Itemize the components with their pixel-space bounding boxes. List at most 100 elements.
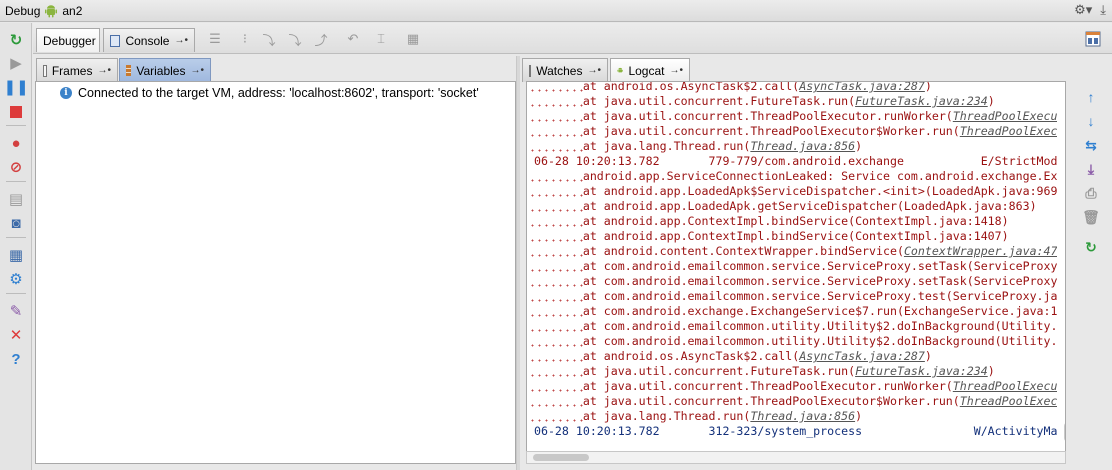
log-pad bbox=[527, 154, 534, 168]
log-line[interactable]: at com.android.emailcommon.service.Servi… bbox=[527, 259, 1057, 274]
log-source-link[interactable]: ContextWrapper.java:47 bbox=[904, 244, 1057, 258]
log-line[interactable]: at java.util.concurrent.FutureTask.run(F… bbox=[527, 94, 1057, 109]
mute-breakpoints-icon[interactable]: ⊘ bbox=[6, 157, 26, 177]
resume-icon[interactable]: ▶ bbox=[6, 53, 26, 73]
variables-view[interactable]: i Connected to the target VM, address: '… bbox=[35, 81, 516, 464]
log-line[interactable]: at android.app.LoadedApk.getServiceDispa… bbox=[527, 199, 1057, 214]
log-line[interactable]: at com.android.emailcommon.service.Servi… bbox=[527, 289, 1057, 304]
evaluate-expression-icon[interactable]: ▦ bbox=[405, 31, 421, 47]
force-step-into-icon[interactable]: ⤵ bbox=[287, 31, 303, 48]
log-text: at java.lang.Thread.run( bbox=[582, 139, 751, 153]
variables-icon bbox=[126, 65, 132, 76]
scroll-to-end-icon[interactable]: ⤓ bbox=[1082, 160, 1100, 178]
log-line[interactable]: at com.android.exchange.ExchangeService$… bbox=[527, 304, 1057, 319]
settings-icon[interactable]: ⚙ bbox=[6, 269, 26, 289]
log-line[interactable]: at android.app.ContextImpl.bindService(C… bbox=[527, 214, 1057, 229]
pin-icon[interactable]: →• bbox=[669, 65, 683, 76]
log-source-link[interactable]: ThreadPoolExec bbox=[960, 124, 1057, 138]
pin-icon[interactable]: →• bbox=[587, 65, 601, 76]
close-icon[interactable]: ✕ bbox=[6, 325, 26, 345]
scroll-up-icon[interactable]: ↑ bbox=[1082, 88, 1100, 106]
log-line[interactable]: at android.content.ContextWrapper.bindSe… bbox=[527, 244, 1057, 259]
log-source-link[interactable]: AsyncTask.java:287 bbox=[799, 82, 925, 93]
tab-frames[interactable]: Frames →• bbox=[36, 58, 118, 82]
pin-icon[interactable]: →• bbox=[97, 65, 111, 76]
tab-watches[interactable]: Watches →• bbox=[522, 58, 608, 82]
scroll-down-icon[interactable]: ↓ bbox=[1082, 112, 1100, 130]
log-line[interactable]: at java.lang.Thread.run(Thread.java:856) bbox=[527, 139, 1057, 154]
run-to-cursor-icon[interactable]: ⌶ bbox=[373, 31, 389, 47]
get-thread-dump-icon[interactable]: ▤ bbox=[6, 189, 26, 209]
view-breakpoints-icon[interactable]: ● bbox=[6, 133, 26, 153]
log-text-tail: ) bbox=[987, 94, 995, 108]
hide-icon[interactable]: ⤓ bbox=[1100, 2, 1106, 18]
log-indent bbox=[527, 274, 583, 288]
vertical-scrollbar-thumb[interactable] bbox=[1064, 422, 1065, 442]
pin-icon[interactable]: →• bbox=[174, 35, 188, 46]
list-item[interactable]: i Connected to the target VM, address: '… bbox=[60, 86, 479, 100]
print-icon[interactable]: ⎙ bbox=[1082, 184, 1100, 202]
log-line[interactable]: at com.android.emailcommon.utility.Utili… bbox=[527, 334, 1057, 349]
show-execution-point-icon[interactable]: ☰ bbox=[207, 31, 223, 47]
log-line[interactable]: android.app.ServiceConnectionLeaked: Ser… bbox=[527, 169, 1057, 184]
left-debug-panel: Frames →• Variables →• i Connected to th… bbox=[33, 56, 516, 470]
log-line[interactable]: at com.android.emailcommon.utility.Utili… bbox=[527, 319, 1057, 334]
log-source-link[interactable]: ThreadPoolExec bbox=[960, 394, 1057, 408]
log-text: at java.lang.Thread.run( bbox=[582, 409, 751, 423]
step-over-icon[interactable]: ⁝ bbox=[237, 31, 253, 47]
run-config-name: an2 bbox=[62, 3, 83, 18]
tab-console[interactable]: Console →• bbox=[103, 28, 195, 52]
restart-icon[interactable]: ↻ bbox=[1082, 238, 1100, 256]
pause-icon[interactable]: ❚❚ bbox=[3, 77, 28, 97]
help-icon[interactable]: ? bbox=[6, 349, 26, 369]
log-line[interactable]: 06-28 10:20:13.782 779-779/com.android.e… bbox=[527, 154, 1057, 169]
pin-icon[interactable]: →• bbox=[190, 65, 204, 76]
step-out-icon[interactable]: ⤴ bbox=[313, 31, 329, 48]
gear-icon[interactable]: ⚙▾ bbox=[1074, 2, 1092, 18]
rerun-icon[interactable]: ↻ bbox=[6, 30, 26, 50]
log-line[interactable]: at java.util.concurrent.ThreadPoolExecut… bbox=[527, 379, 1057, 394]
log-indent bbox=[527, 199, 583, 213]
log-line[interactable]: at com.android.emailcommon.service.Servi… bbox=[527, 274, 1057, 289]
android-icon bbox=[45, 4, 58, 17]
clear-all-icon[interactable]: 🗑 bbox=[1082, 208, 1100, 226]
stop-icon[interactable] bbox=[6, 102, 26, 122]
tab-logcat[interactable]: Logcat →• bbox=[610, 58, 690, 82]
log-line[interactable]: at android.os.AsyncTask$2.call(AsyncTask… bbox=[527, 82, 1057, 94]
log-source-link[interactable]: FutureTask.java:234 bbox=[855, 94, 988, 108]
log-source-link[interactable]: FutureTask.java:234 bbox=[855, 364, 988, 378]
tab-variables[interactable]: Variables →• bbox=[119, 58, 211, 82]
horizontal-scrollbar[interactable] bbox=[526, 451, 1066, 464]
logcat-toolbar: ↑ ↓ ⇆ ⤓ ⎙ 🗑 ↻ bbox=[1076, 86, 1106, 466]
screenshot-icon[interactable]: ◙ bbox=[6, 213, 26, 233]
soft-wrap-icon[interactable]: ⇆ bbox=[1082, 136, 1100, 154]
log-source-link[interactable]: Thread.java:856 bbox=[750, 409, 855, 423]
log-source-link[interactable]: AsyncTask.java:287 bbox=[799, 349, 925, 363]
log-source-link[interactable]: Thread.java:856 bbox=[750, 139, 855, 153]
log-line[interactable]: at java.util.concurrent.ThreadPoolExecut… bbox=[527, 394, 1057, 409]
tab-watches-label: Watches bbox=[536, 63, 583, 78]
log-text: at com.android.emailcommon.utility.Utili… bbox=[582, 319, 1057, 333]
log-line[interactable]: at java.lang.Thread.run(Thread.java:856) bbox=[527, 409, 1057, 424]
restore-layout-icon[interactable]: ▦ bbox=[6, 245, 26, 265]
window-title: Debug bbox=[5, 3, 41, 18]
log-source-link[interactable]: ThreadPoolExecu bbox=[953, 109, 1057, 123]
log-line[interactable]: at java.util.concurrent.ThreadPoolExecut… bbox=[527, 124, 1057, 139]
debug-toolbar: Debugger Console →• ☰ ⁝ ⤵ ⤵ ⤴ ↶ ⌶ ▦ bbox=[33, 23, 1112, 54]
restore-layout-icon[interactable] bbox=[1084, 30, 1102, 48]
log-line[interactable]: at android.os.AsyncTask$2.call(AsyncTask… bbox=[527, 349, 1057, 364]
log-line[interactable]: at java.util.concurrent.FutureTask.run(F… bbox=[527, 364, 1057, 379]
pin-icon[interactable]: ✎ bbox=[6, 301, 26, 321]
log-line[interactable]: at java.util.concurrent.ThreadPoolExecut… bbox=[527, 109, 1057, 124]
tab-debugger[interactable]: Debugger bbox=[36, 28, 100, 52]
log-pad bbox=[527, 424, 534, 438]
step-into-icon[interactable]: ⤵ bbox=[261, 31, 277, 48]
horizontal-scrollbar-thumb[interactable] bbox=[533, 454, 589, 461]
log-line[interactable]: 06-28 10:20:13.782 312-323/system_proces… bbox=[527, 424, 1057, 439]
drop-frame-icon[interactable]: ↶ bbox=[345, 31, 361, 47]
logcat-output[interactable]: at android.os.AsyncTask$2.call(AsyncTask… bbox=[526, 81, 1066, 464]
log-text: at android.os.AsyncTask$2.call( bbox=[582, 349, 800, 363]
log-source-link[interactable]: ThreadPoolExecu bbox=[953, 379, 1057, 393]
log-line[interactable]: at android.app.ContextImpl.bindService(C… bbox=[527, 229, 1057, 244]
log-line[interactable]: at android.app.LoadedApk$ServiceDispatch… bbox=[527, 184, 1057, 199]
